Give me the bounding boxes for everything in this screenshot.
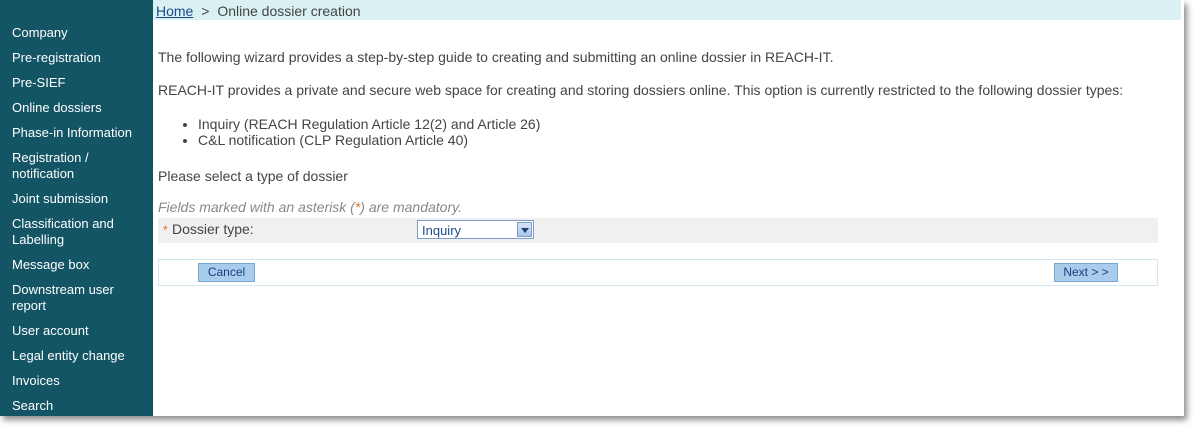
dossier-type-select[interactable]: Inquiry — [417, 220, 534, 239]
mandatory-note-post: ) are mandatory. — [360, 199, 462, 215]
dossier-type-selected-value: Inquiry — [422, 223, 462, 238]
sidebar-item-joint-submission[interactable]: Joint submission — [0, 186, 153, 211]
sidebar-item-classification-labelling[interactable]: Classification and Labelling — [0, 211, 153, 252]
wizard-button-bar: Cancel Next > > — [158, 259, 1158, 286]
cancel-button[interactable]: Cancel — [198, 263, 255, 282]
sidebar-item-phase-in-information[interactable]: Phase-in Information — [0, 120, 153, 145]
next-button[interactable]: Next > > — [1054, 263, 1118, 282]
sidebar-item-legal-entity-change[interactable]: Legal entity change — [0, 343, 153, 368]
breadcrumb-home-link[interactable]: Home — [156, 3, 193, 19]
mandatory-note-pre: Fields marked with an asterisk ( — [158, 199, 355, 215]
required-marker: * — [163, 223, 168, 237]
breadcrumb-current: Online dossier creation — [217, 3, 361, 19]
sidebar-item-registration-notification[interactable]: Registration / notification — [0, 145, 153, 186]
dossier-type-list: Inquiry (REACH Regulation Article 12(2) … — [158, 116, 540, 148]
sidebar-menu: Company Pre-registration Pre-SIEF Online… — [0, 20, 153, 418]
dossier-type-label: Dossier type: — [172, 221, 254, 237]
breadcrumb-separator: > — [201, 3, 210, 19]
dossier-type-row: * Dossier type: Inquiry — [158, 218, 1158, 243]
intro-text: The following wizard provides a step-by-… — [158, 49, 834, 65]
list-item: C&L notification (CLP Regulation Article… — [198, 132, 540, 148]
mandatory-note: Fields marked with an asterisk (*) are m… — [158, 199, 462, 215]
sidebar-item-online-dossiers[interactable]: Online dossiers — [0, 95, 153, 120]
app-window: Company Pre-registration Pre-SIEF Online… — [0, 0, 1184, 416]
sidebar-item-user-account[interactable]: User account — [0, 318, 153, 343]
sidebar-item-search[interactable]: Search — [0, 393, 153, 418]
sidebar-item-pre-sief[interactable]: Pre-SIEF — [0, 70, 153, 95]
breadcrumb: Home > Online dossier creation — [153, 0, 1181, 20]
sidebar-item-invoices[interactable]: Invoices — [0, 368, 153, 393]
sidebar-item-message-box[interactable]: Message box — [0, 252, 153, 277]
list-item: Inquiry (REACH Regulation Article 12(2) … — [198, 116, 540, 132]
description-text: REACH-IT provides a private and secure w… — [158, 82, 1124, 98]
sidebar-nav: Company Pre-registration Pre-SIEF Online… — [0, 0, 153, 416]
sidebar-top-strip — [0, 0, 153, 20]
chevron-down-icon[interactable] — [517, 222, 532, 237]
sidebar-item-downstream-user-report[interactable]: Downstream user report — [0, 277, 153, 318]
sidebar-item-company[interactable]: Company — [0, 20, 153, 45]
sidebar-item-pre-registration[interactable]: Pre-registration — [0, 45, 153, 70]
select-prompt: Please select a type of dossier — [158, 168, 348, 184]
